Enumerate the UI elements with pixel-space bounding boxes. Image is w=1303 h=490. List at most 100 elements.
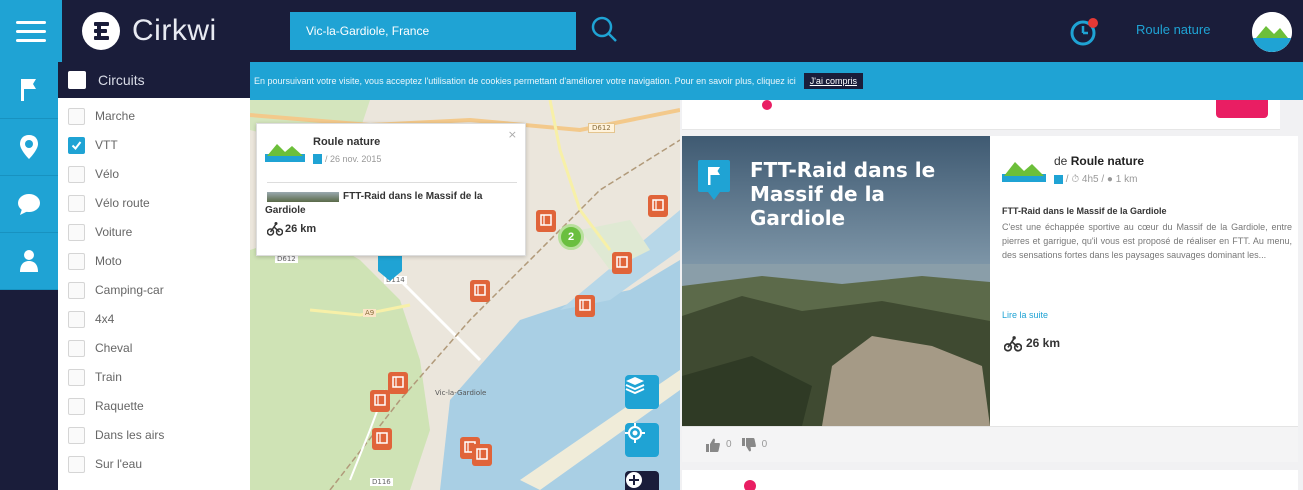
cookie-banner-text: En poursuivant votre visite, vous accept… — [254, 76, 796, 86]
read-more-link[interactable]: Lire la suite — [1002, 310, 1048, 320]
filter-option[interactable]: 4x4 — [68, 308, 114, 330]
map-poi-marker[interactable] — [388, 372, 408, 394]
map-poi-marker[interactable] — [612, 252, 632, 274]
filter-option[interactable]: Voiture — [68, 221, 132, 243]
author-logo-icon — [265, 144, 305, 162]
filter-option[interactable]: Vélo — [68, 163, 119, 185]
filter-option[interactable]: Train — [68, 366, 122, 388]
route-card-footer: 0 0 — [682, 426, 1298, 462]
map-zoom-in-button[interactable] — [625, 471, 659, 490]
left-rail — [0, 62, 58, 490]
filter-option[interactable]: Cheval — [68, 337, 132, 359]
filter-checkbox[interactable] — [68, 223, 85, 241]
cluster-count: 2 — [567, 231, 575, 243]
circuits-all-checkbox[interactable] — [68, 71, 86, 89]
poi-icon — [474, 284, 486, 296]
filter-label: Dans les airs — [95, 428, 165, 442]
route-card: FTT-Raid dans le Massif de la Gardiole d… — [682, 136, 1298, 426]
filter-checkbox[interactable] — [68, 194, 85, 212]
rail-item-circuits[interactable] — [0, 62, 58, 119]
username-link[interactable]: Roule nature — [1136, 22, 1210, 37]
map-poi-marker[interactable] — [536, 210, 556, 232]
menu-button[interactable] — [0, 0, 62, 62]
popup-route-title[interactable]: FTT-Raid dans le Massif de la Gardiole — [265, 190, 517, 218]
filter-label: Marche — [95, 109, 136, 123]
filter-checkbox[interactable] — [68, 165, 85, 183]
route-title[interactable]: FTT-Raid dans le Massif de la Gardiole — [1002, 206, 1167, 216]
filter-checkbox[interactable] — [68, 455, 85, 473]
rail-item-places[interactable] — [0, 119, 58, 176]
search-icon[interactable] — [588, 14, 620, 46]
map-poi-marker[interactable] — [372, 428, 392, 450]
share-button[interactable] — [1216, 100, 1268, 118]
filter-label: Cheval — [95, 341, 133, 355]
filter-label: Sur l'eau — [95, 457, 142, 471]
previous-card-edge — [682, 100, 1280, 130]
map-poi-marker[interactable] — [472, 444, 492, 466]
filter-checkbox[interactable] — [68, 281, 85, 299]
map-locate-button[interactable] — [625, 423, 659, 457]
thumbs-down-icon — [741, 437, 756, 451]
filter-option[interactable]: Camping-car — [68, 279, 164, 301]
filter-checkbox[interactable] — [68, 136, 85, 154]
cookie-accept-button[interactable]: J'ai compris — [803, 73, 863, 89]
route-description: C'est une échappée sportive au cœur du M… — [1002, 222, 1292, 260]
route-photo-title: FTT-Raid dans le Massif de la Gardiole — [750, 158, 936, 230]
pin-icon — [744, 480, 756, 490]
filter-label: Raquette — [95, 399, 144, 413]
filter-label: 4x4 — [95, 312, 115, 326]
filter-checkbox[interactable] — [68, 252, 85, 270]
route-distance: 26 km — [1026, 336, 1061, 350]
plus-icon — [626, 472, 642, 488]
road-label: A9 — [363, 309, 377, 317]
filter-checkbox[interactable] — [68, 368, 85, 386]
map-poi-marker[interactable] — [575, 295, 595, 317]
circuits-filter-header[interactable]: Circuits — [58, 62, 250, 98]
map-layers-button[interactable] — [625, 375, 659, 409]
map-poi-marker[interactable] — [648, 195, 668, 217]
popup-author[interactable]: Roule nature — [313, 136, 380, 148]
filter-label: Camping-car — [95, 283, 164, 297]
rail-item-profile[interactable] — [0, 233, 58, 290]
rail-item-messages[interactable] — [0, 176, 58, 233]
circuit-type-filter-list: Marche VTT Vélo Vélo route Voiture Moto Campin… — [58, 98, 250, 490]
filter-checkbox[interactable] — [68, 397, 85, 415]
route-photo[interactable]: FTT-Raid dans le Massif de la Gardiole — [682, 136, 990, 426]
top-bar: Cirkwi Roule nature — [0, 0, 1303, 62]
flag-icon — [698, 160, 730, 200]
cirkwi-logo-icon — [82, 12, 120, 50]
filter-checkbox[interactable] — [68, 310, 85, 328]
filter-checkbox[interactable] — [68, 339, 85, 357]
selected-marker[interactable] — [375, 253, 405, 283]
hamburger-icon — [16, 20, 46, 24]
dislike-button[interactable]: 0 — [741, 437, 767, 452]
popup-close-button[interactable]: × — [508, 128, 517, 141]
flag-icon — [21, 79, 36, 101]
logo[interactable]: Cirkwi — [82, 10, 217, 52]
next-card-edge — [682, 470, 1298, 490]
filter-label: Train — [95, 370, 122, 384]
user-avatar[interactable] — [1252, 12, 1292, 52]
filter-option[interactable]: Dans les airs — [68, 424, 164, 446]
map-poi-marker[interactable] — [370, 390, 390, 412]
map-poi-marker[interactable] — [470, 280, 490, 302]
mountain-bike-icon — [1004, 336, 1022, 352]
filter-label: VTT — [95, 138, 118, 152]
filter-option[interactable]: VTT — [68, 134, 118, 156]
filter-option[interactable]: Moto — [68, 250, 122, 272]
filter-option[interactable]: Vélo route — [68, 192, 150, 214]
filter-option[interactable]: Marche — [68, 105, 135, 127]
filter-checkbox[interactable] — [68, 426, 85, 444]
like-button[interactable]: 0 — [706, 438, 732, 452]
filter-option[interactable]: Sur l'eau — [68, 453, 142, 475]
logo-text: Cirkwi — [132, 14, 217, 47]
layers-icon — [625, 377, 645, 395]
notification-clock-icon[interactable] — [1068, 15, 1102, 49]
popup-date: / 26 nov. 2015 — [325, 154, 382, 164]
map-cluster[interactable]: 2 — [558, 224, 584, 250]
location-search-input[interactable] — [290, 12, 576, 50]
pin-icon — [762, 100, 772, 110]
filter-checkbox[interactable] — [68, 107, 85, 125]
route-author[interactable]: de Roule nature — [1054, 154, 1144, 168]
filter-option[interactable]: Raquette — [68, 395, 144, 417]
